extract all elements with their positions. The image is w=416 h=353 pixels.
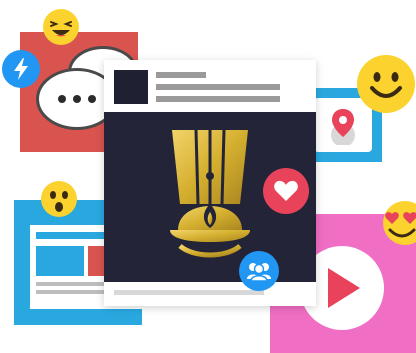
heart-eyes-emoji-icon <box>382 200 416 246</box>
heart-icon <box>263 168 309 214</box>
website-text-line <box>36 290 106 294</box>
post-text-line <box>156 96 280 102</box>
laugh-emoji-icon <box>42 8 80 46</box>
avatar <box>114 70 148 104</box>
post-text-line <box>156 84 280 90</box>
lightning-bolt-icon <box>2 50 40 88</box>
people-icon <box>239 251 279 291</box>
post-author-line <box>156 72 206 78</box>
social-media-illustration <box>0 0 416 353</box>
play-icon <box>328 268 360 308</box>
smile-emoji-icon <box>356 54 416 114</box>
typing-dots <box>58 95 96 103</box>
website-image-block <box>36 246 84 276</box>
surprised-emoji-icon <box>40 180 78 218</box>
post-footer-line <box>114 290 264 295</box>
